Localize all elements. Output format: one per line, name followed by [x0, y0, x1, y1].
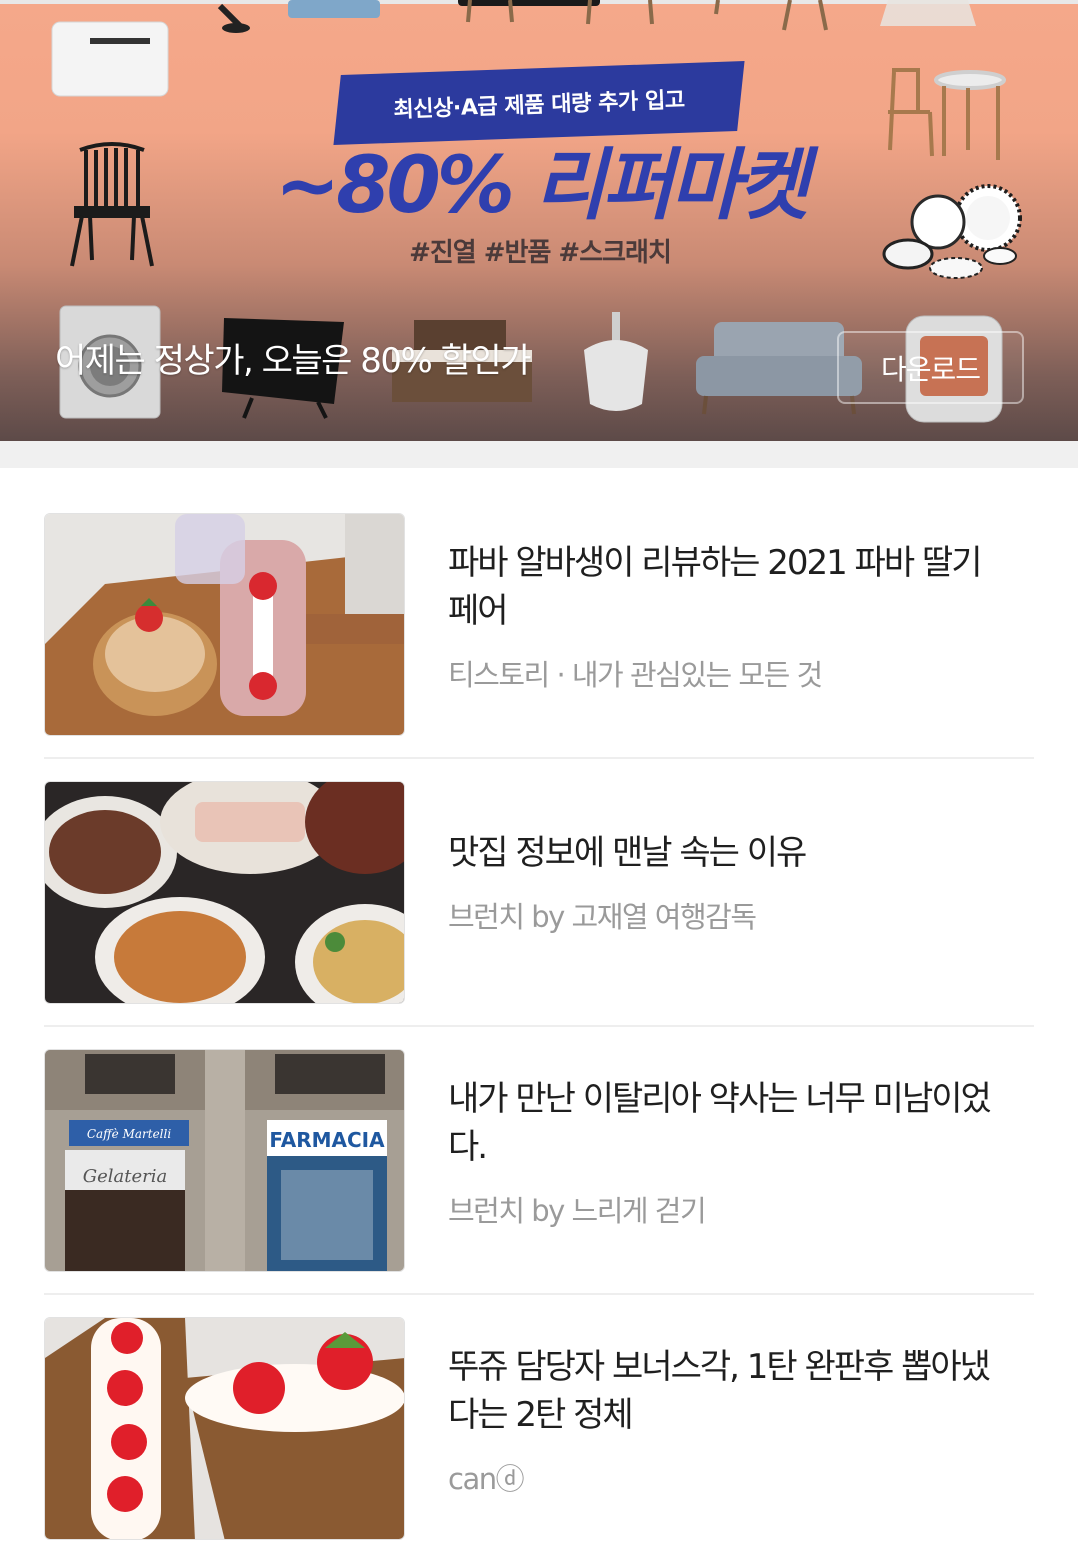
vacuum-product — [217, 3, 250, 33]
banner-caption: 어제는 정상가, 오늘은 80% 할인가 — [55, 341, 531, 381]
article-thumbnail — [44, 781, 405, 1004]
article-thumbnail — [44, 1317, 405, 1540]
furniture-top — [466, 0, 828, 31]
article-source: 티스토리 · 내가 관심있는 모든 것 — [448, 658, 823, 692]
strawberry-cake-image — [45, 1318, 404, 1539]
dishes-product — [882, 184, 1022, 279]
ribbon-text: 최신상·A급 제품 대량 추가 입고 — [393, 87, 686, 123]
appliance-product — [288, 0, 380, 18]
list-divider — [44, 1293, 1034, 1295]
article-item[interactable]: Caffè Martelli Gelateria FARMACIA 내가 만난 … — [44, 1049, 1034, 1272]
article-source: canⓓ — [448, 1462, 525, 1496]
download-button[interactable]: 다운로드 — [837, 331, 1024, 404]
article-title[interactable]: 내가 만난 이탈리아 약사는 너무 미남이었다. — [448, 1075, 1008, 1171]
article-title[interactable]: 뚜쥬 담당자 보너스각, 1탄 완판후 뽑아냈다는 2탄 정체 — [448, 1343, 1008, 1439]
list-divider — [44, 1025, 1034, 1027]
printer-product — [51, 21, 169, 97]
cafe-sign-text: Caffè Martelli — [87, 1127, 172, 1141]
article-title[interactable]: 파바 알바생이 리뷰하는 2021 파바 딸기 페어 — [448, 539, 1008, 635]
list-divider — [44, 757, 1034, 759]
lamp-product — [880, 0, 976, 26]
article-title[interactable]: 맛집 정보에 맨날 속는 이유 — [448, 829, 1008, 877]
promo-ribbon: 최신상·A급 제품 대량 추가 입고 — [333, 61, 745, 145]
gelateria-sign-text: Gelateria — [83, 1166, 168, 1187]
farmacia-sign-text: FARMACIA — [269, 1128, 385, 1152]
article-source: 브런치 by 고재열 여행감독 — [448, 900, 757, 934]
article-thumbnail — [44, 513, 405, 736]
article-item[interactable]: 파바 알바생이 리뷰하는 2021 파바 딸기 페어 티스토리 · 내가 관심있… — [44, 513, 1034, 736]
korean-food-image — [45, 782, 404, 1003]
article-item[interactable]: 맛집 정보에 맨날 속는 이유 브런치 by 고재열 여행감독 — [44, 781, 1034, 1004]
promo-banner[interactable]: 최신상·A급 제품 대량 추가 입고 ~80% 리퍼마켓 #진열 #반품 #스크… — [0, 0, 1078, 441]
strawberry-bread-image — [45, 514, 404, 735]
chair-product — [70, 142, 154, 267]
article-thumbnail: Caffè Martelli Gelateria FARMACIA — [44, 1049, 405, 1272]
section-separator — [0, 441, 1078, 468]
humidifier-product — [584, 312, 648, 411]
promo-headline: ~80% 리퍼마켓 — [274, 141, 809, 231]
promo-hashtags: #진열 #반품 #스크래치 — [409, 238, 672, 268]
article-item[interactable]: 뚜쥬 담당자 보너스각, 1탄 완판후 뽑아냈다는 2탄 정체 canⓓ — [44, 1317, 1034, 1540]
dining-set-product — [888, 68, 1006, 160]
article-source: 브런치 by 느리게 걷기 — [448, 1194, 707, 1228]
italian-street-image: Caffè Martelli Gelateria FARMACIA — [45, 1050, 404, 1271]
